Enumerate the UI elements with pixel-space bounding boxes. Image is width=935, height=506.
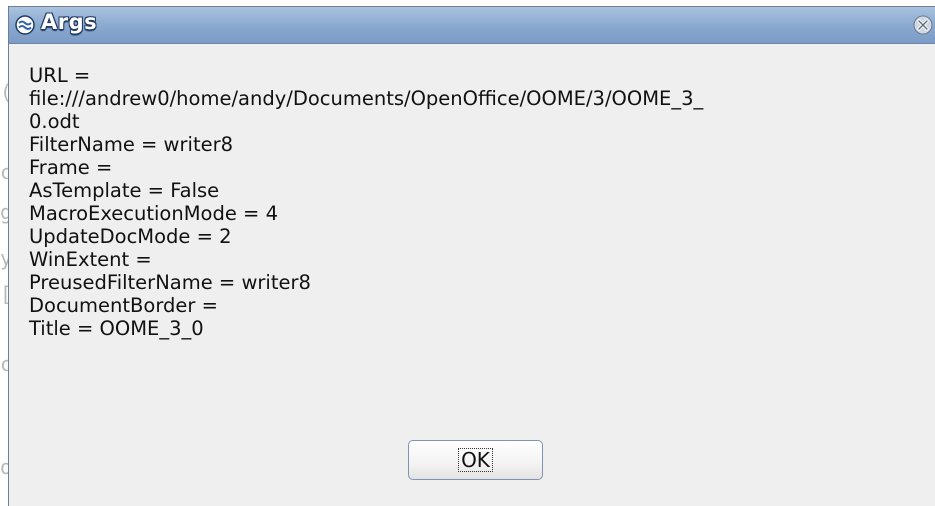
message-line: AsTemplate = False — [29, 179, 220, 202]
args-dialog: Args URL = file:///andrew0/home/andy/Doc… — [8, 6, 935, 506]
message-line: Frame = — [29, 156, 113, 179]
message-line: 0.odt — [29, 110, 80, 133]
message-line: MacroExecutionMode = 4 — [29, 202, 278, 225]
title-bar[interactable]: Args — [9, 7, 935, 44]
ok-button[interactable]: OK — [408, 440, 543, 480]
ok-button-label: OK — [458, 448, 493, 472]
message-line: PreusedFilterName = writer8 — [29, 271, 311, 294]
message-line: file:///andrew0/home/andy/Documents/Open… — [29, 87, 704, 110]
message-line: DocumentBorder = — [29, 294, 218, 317]
message-line: WinExtent = — [29, 248, 152, 271]
message-line: Title = OOME_3_0 — [29, 317, 204, 340]
message-line: UpdateDocMode = 2 — [29, 225, 232, 248]
openoffice-gull-icon — [15, 15, 35, 35]
message-text: URL = file:///andrew0/home/andy/Document… — [29, 64, 924, 340]
message-line: URL = — [29, 64, 91, 87]
close-icon[interactable] — [913, 15, 933, 35]
window-title: Args — [41, 10, 98, 34]
message-line: FilterName = writer8 — [29, 133, 234, 156]
